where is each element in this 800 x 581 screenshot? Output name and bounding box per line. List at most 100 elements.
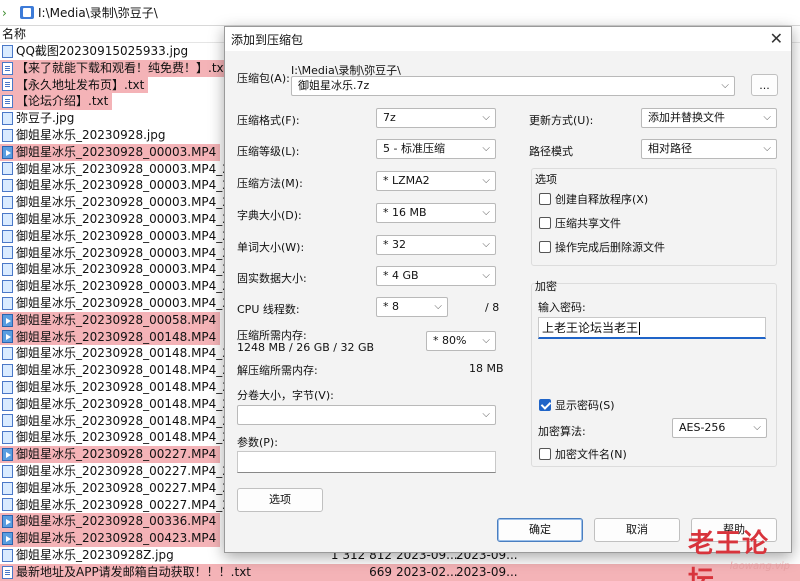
cancel-button[interactable]: 取消 bbox=[594, 518, 680, 542]
threads-max: / 8 bbox=[485, 301, 500, 314]
path-bar[interactable]: › I:\Media\录制\弥豆子\ bbox=[0, 0, 800, 26]
file-name-cell: 御姐星冰乐_20230928_00336.MP4 bbox=[0, 513, 221, 531]
checkbox-unchecked-icon bbox=[539, 448, 551, 460]
current-path[interactable]: I:\Media\录制\弥豆子\ bbox=[38, 4, 158, 21]
password-label: 输入密码: bbox=[538, 301, 586, 314]
file-name: 御姐星冰乐_20230928_00148.MP4_2023 bbox=[16, 413, 253, 428]
mem-percent-combo[interactable]: * 80% ⌵ bbox=[426, 331, 496, 351]
file-name-cell: QQ截图20230915025933.jpg bbox=[0, 43, 192, 60]
jpg-file-icon bbox=[2, 162, 13, 176]
enc-method-combo[interactable]: AES-256 ⌵ bbox=[672, 418, 767, 438]
threads-label: CPU 线程数: bbox=[237, 303, 300, 316]
file-name: 御姐星冰乐_20230928_00148.MP4_2023 bbox=[16, 363, 253, 378]
delete-source-checkbox[interactable]: 操作完成后删除源文件 bbox=[539, 239, 665, 255]
level-combo[interactable]: 5 - 标准压缩 ⌵ bbox=[376, 139, 496, 159]
jpg-file-icon bbox=[2, 431, 13, 445]
chevron-down-icon: ⌵ bbox=[482, 175, 490, 186]
dict-combo[interactable]: * 16 MB ⌵ bbox=[376, 203, 496, 223]
file-mdate: 2023-02... bbox=[396, 564, 458, 579]
file-name: 【来了就能下载和观看！纯免费！】.txt bbox=[16, 60, 229, 75]
dialog-title: 添加到压缩包 bbox=[231, 32, 304, 47]
solid-combo[interactable]: * 4 GB ⌵ bbox=[376, 266, 496, 286]
dialog-titlebar[interactable]: 添加到压缩包 ✕ bbox=[225, 27, 791, 51]
word-combo[interactable]: * 32 ⌵ bbox=[376, 235, 496, 255]
ok-button[interactable]: 确定 bbox=[497, 518, 583, 542]
pathmode-label: 路径模式 bbox=[529, 145, 573, 158]
file-size: 669 bbox=[369, 564, 392, 579]
file-name: 御姐星冰乐_20230928_00003.MP4_2023 bbox=[16, 279, 253, 294]
chevron-down-icon: ⌵ bbox=[482, 270, 490, 281]
show-password-checkbox[interactable]: 显示密码(S) bbox=[539, 397, 615, 413]
file-name: 御姐星冰乐_20230928_00148.MP4_2023 bbox=[16, 379, 253, 394]
file-cdate: 2023-09... bbox=[456, 564, 518, 579]
level-value: 5 - 标准压缩 bbox=[383, 142, 445, 155]
jpg-file-icon bbox=[2, 128, 13, 142]
file-name: 御姐星冰乐_20230928_00336.MP4 bbox=[16, 514, 217, 529]
password-input[interactable]: 上老王论坛当老王 bbox=[538, 317, 766, 339]
decomp-value: 18 MB bbox=[469, 362, 504, 375]
show-password-label: 显示密码(S) bbox=[555, 399, 615, 412]
update-label: 更新方式(U): bbox=[529, 114, 594, 127]
file-name-cell: 御姐星冰乐_20230928_00423.MP4 bbox=[0, 530, 221, 547]
update-combo[interactable]: 添加并替换文件 ⌵ bbox=[641, 108, 777, 128]
file-name: 御姐星冰乐_20230928_00003.MP4 bbox=[16, 144, 217, 159]
folder-icon bbox=[20, 6, 34, 19]
file-name-cell: 御姐星冰乐_20230928_00148.MP4_2023 bbox=[0, 362, 257, 379]
jpg-file-icon bbox=[2, 280, 13, 294]
mp4-file-icon bbox=[2, 145, 13, 159]
file-name: 御姐星冰乐_20230928Z.jpg bbox=[16, 547, 174, 562]
jpg-file-icon bbox=[2, 414, 13, 428]
chevron-down-icon: ⌵ bbox=[763, 143, 771, 154]
file-name-cell: 御姐星冰乐_20230928_00003.MP4_2023 bbox=[0, 278, 257, 295]
file-name: 御姐星冰乐_20230928_00003.MP4_2023 bbox=[16, 178, 253, 193]
expand-chevron-icon[interactable]: › bbox=[2, 6, 14, 20]
file-name: 御姐星冰乐_20230928_00423.MP4 bbox=[16, 531, 217, 546]
mp4-file-icon bbox=[2, 532, 13, 545]
method-combo[interactable]: * LZMA2 ⌵ bbox=[376, 171, 496, 191]
volume-label: 分卷大小，字节(V): bbox=[237, 389, 334, 402]
enc-method-label: 加密算法: bbox=[538, 425, 586, 438]
pathmode-combo[interactable]: 相对路径 ⌵ bbox=[641, 139, 777, 159]
options-button[interactable]: 选项 bbox=[237, 488, 323, 512]
file-name-cell: 御姐星冰乐_20230928_00227.MP4 bbox=[0, 446, 221, 463]
sfx-label: 创建自释放程序(X) bbox=[555, 193, 649, 206]
file-name-cell: 御姐星冰乐_20230928_00148.MP4_2023 bbox=[0, 379, 257, 396]
archive-label: 压缩包(A): bbox=[237, 72, 290, 85]
sfx-checkbox[interactable]: 创建自释放程序(X) bbox=[539, 191, 648, 207]
file-name: 御姐星冰乐_20230928_00003.MP4_2023 bbox=[16, 262, 253, 277]
params-input[interactable] bbox=[237, 451, 496, 473]
shared-checkbox[interactable]: 压缩共享文件 bbox=[539, 215, 621, 231]
file-name: QQ截图20230915025933.jpg bbox=[16, 44, 189, 58]
jpg-file-icon bbox=[2, 212, 13, 226]
shared-label: 压缩共享文件 bbox=[555, 217, 621, 230]
decomp-label: 解压缩所需内存: bbox=[237, 364, 318, 377]
file-name: 御姐星冰乐_20230928_00003.MP4_2023 bbox=[16, 211, 253, 226]
solid-value: * 4 GB bbox=[383, 269, 419, 282]
volume-combo[interactable]: ⌵ bbox=[237, 405, 496, 425]
encrypt-names-checkbox[interactable]: 加密文件名(N) bbox=[539, 446, 627, 462]
format-combo[interactable]: 7z ⌵ bbox=[376, 108, 496, 128]
file-name: 御姐星冰乐_20230928_00148.MP4 bbox=[16, 329, 217, 344]
file-row[interactable]: 最新地址及APP请发邮箱自动获取！！！.txt 669 2023-02... 2023… bbox=[0, 563, 800, 581]
file-name-cell: 御姐星冰乐_20230928_00003.MP4_2023 bbox=[0, 194, 257, 211]
threads-combo[interactable]: * 8 ⌵ bbox=[376, 297, 448, 317]
options-group-title: 选项 bbox=[535, 173, 557, 186]
encryption-group-title: 加密 bbox=[535, 280, 557, 293]
file-name-cell: 御姐星冰乐_20230928_00148.MP4_2023 bbox=[0, 429, 257, 446]
jpg-file-icon bbox=[2, 498, 13, 512]
file-name-cell: 最新地址及APP请发邮箱自动获取！！！.txt bbox=[0, 564, 255, 581]
file-name: 【论坛介绍】.txt bbox=[16, 94, 109, 109]
txt-file-icon bbox=[2, 78, 13, 92]
jpg-file-icon bbox=[2, 380, 13, 394]
archive-name-combo[interactable]: 御姐星冰乐.7z ⌵ bbox=[291, 76, 735, 96]
file-name: 御姐星冰乐_20230928_00058.MP4 bbox=[16, 312, 217, 327]
txt-file-icon bbox=[2, 61, 13, 75]
close-icon[interactable]: ✕ bbox=[770, 29, 783, 49]
enc-method-value: AES-256 bbox=[679, 421, 726, 434]
checkbox-unchecked-icon bbox=[539, 217, 551, 229]
file-name: 御姐星冰乐_20230928_00003.MP4_2023 bbox=[16, 228, 253, 243]
file-name: 御姐星冰乐_20230928_00003.MP4_2023 bbox=[16, 161, 253, 176]
params-label: 参数(P): bbox=[237, 436, 278, 449]
file-name: 御姐星冰乐_20230928_00003.MP4_2023 bbox=[16, 195, 253, 210]
browse-button[interactable]: ... bbox=[751, 74, 778, 96]
